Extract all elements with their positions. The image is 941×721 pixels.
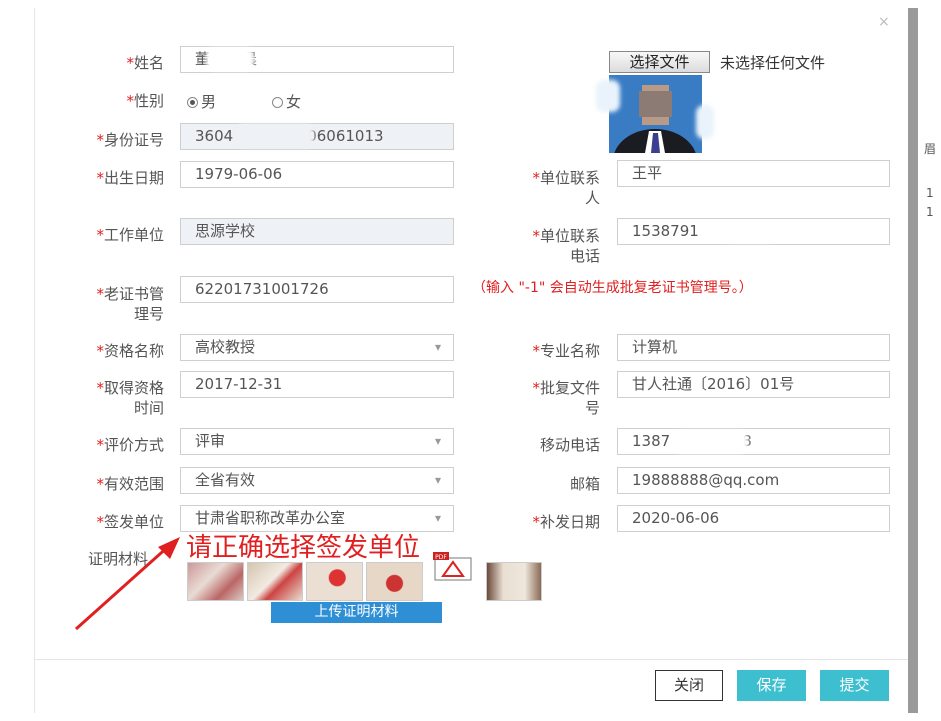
save-button[interactable]: 保存 [737, 670, 806, 701]
profile-photo [609, 75, 702, 153]
radio-unchecked-icon [272, 97, 283, 108]
close-button[interactable]: 关闭 [655, 670, 723, 701]
pdf-tag: PDF [435, 554, 447, 561]
choose-file-button[interactable]: 选择文件 [609, 51, 710, 73]
chevron-down-icon: ▾ [434, 340, 441, 354]
redaction-blur [236, 124, 314, 148]
approval-doc-label: *批复文件号 [532, 379, 600, 417]
material-thumbnail[interactable] [187, 562, 244, 601]
name-label: *姓名 [126, 54, 164, 72]
redaction-blur [674, 431, 748, 453]
id-number-input: 3604 06061013 [180, 123, 454, 150]
id-number-label: *身份证号 [96, 131, 164, 149]
redaction-blur [596, 80, 620, 112]
materials-label: 证明材料 [87, 550, 148, 568]
issuer-label: *签发单位 [96, 513, 164, 531]
cert-number-label: *老证书管 理号 [96, 285, 164, 323]
redaction-blur [722, 222, 776, 242]
redaction-blur [206, 48, 254, 70]
unit-contact-label: *单位联系人 [532, 169, 600, 207]
qual-date-label: *取得资格 时间 [96, 379, 164, 417]
qualification-select[interactable]: 高校教授 ▾ [180, 334, 454, 361]
birth-date-input[interactable]: 1979-06-06 [180, 161, 454, 188]
close-icon[interactable]: × [878, 14, 890, 30]
background-scrollbar [908, 8, 918, 713]
email-input[interactable]: 19888888@qq.com [617, 467, 890, 494]
specialty-label: *专业名称 [532, 342, 600, 360]
submit-button[interactable]: 提交 [820, 670, 889, 701]
work-unit-input: 思源学校 [180, 218, 454, 245]
reissue-date-input[interactable]: 2020-06-06 [617, 505, 890, 532]
chevron-down-icon: ▾ [434, 511, 441, 525]
material-thumbnail[interactable] [366, 562, 423, 601]
background-text-fragment: 1 [926, 186, 934, 200]
chevron-down-icon: ▾ [434, 434, 441, 448]
background-text-fragment: 1 [926, 205, 934, 219]
scope-select[interactable]: 全省有效 ▾ [180, 467, 454, 494]
material-thumbnail[interactable] [486, 562, 542, 601]
mobile-label: 移动电话 [539, 436, 600, 454]
radio-checked-icon [187, 97, 198, 108]
chevron-down-icon: ▾ [434, 473, 441, 487]
gender-female-radio[interactable]: 女 [272, 91, 301, 112]
eval-method-select[interactable]: 评审 ▾ [180, 428, 454, 455]
redaction-blur [696, 105, 714, 139]
scope-label: *有效范围 [96, 475, 164, 493]
pdf-file-icon[interactable]: PDF [433, 552, 477, 582]
approval-doc-input[interactable]: 甘人社通〔2016〕01号 [617, 371, 890, 398]
cert-number-input[interactable]: 62201731001726 [180, 276, 454, 303]
work-unit-label: *工作单位 [96, 226, 164, 244]
specialty-input[interactable]: 计算机 [617, 334, 890, 361]
background-text-fragment: 眉 [924, 142, 937, 156]
file-status-text: 未选择任何文件 [720, 54, 826, 72]
mobile-input[interactable]: 13878 [617, 428, 890, 455]
cert-number-hint: （输入 "-1" 会自动生成批复老证书管理号。） [472, 280, 753, 296]
background-page-edge [918, 8, 941, 713]
email-label: 邮箱 [569, 475, 600, 493]
footer-divider [34, 659, 908, 660]
annotation-text: 请正确选择签发单位 [186, 533, 421, 563]
material-thumbnail[interactable] [306, 562, 363, 601]
eval-method-label: *评价方式 [96, 436, 164, 454]
birth-date-label: *出生日期 [96, 169, 164, 187]
unit-phone-label: *单位联系 电话 [532, 227, 600, 265]
upload-materials-button[interactable]: 上传证明材料 [271, 602, 442, 623]
unit-contact-input[interactable]: 王平 [617, 160, 890, 187]
gender-male-radio[interactable]: 男 [187, 91, 216, 112]
reissue-date-label: *补发日期 [532, 513, 600, 531]
qualification-label: *资格名称 [96, 342, 164, 360]
gender-label: *性别 [126, 92, 164, 110]
material-thumbnail[interactable] [247, 562, 303, 601]
qual-date-input[interactable]: 2017-12-31 [180, 371, 454, 398]
